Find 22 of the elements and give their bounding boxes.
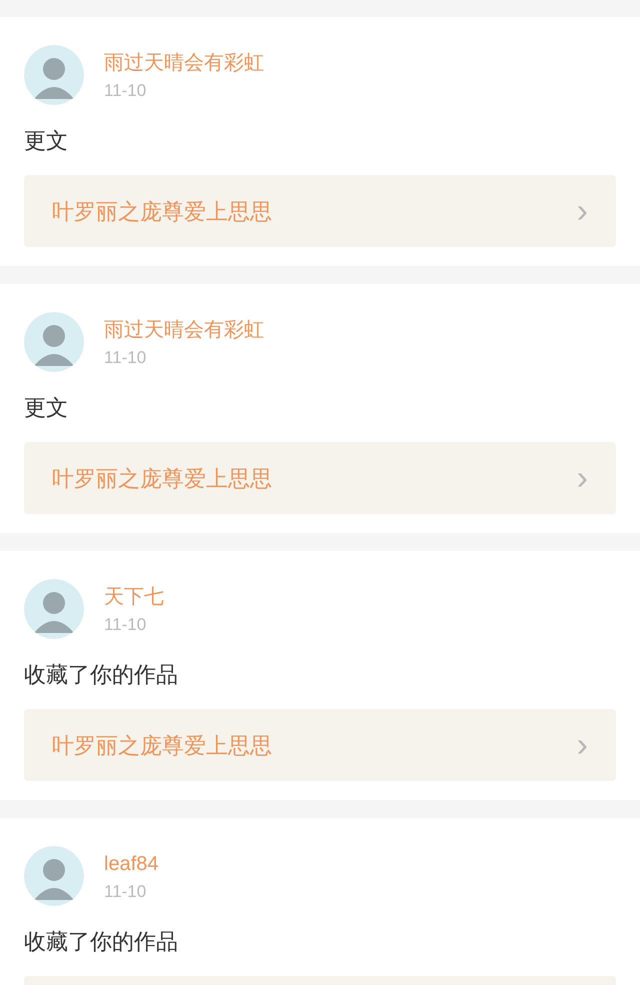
activity-text: 更文 <box>24 394 69 422</box>
avatar-icon <box>24 846 84 906</box>
story-link[interactable]: 叶罗丽之庞尊爱上思思 › <box>24 709 616 781</box>
avatar-icon <box>24 579 84 639</box>
activity-text: 更文 <box>24 127 69 155</box>
avatar-icon <box>24 45 84 105</box>
user-name[interactable]: 雨过天晴会有彩虹 <box>104 45 264 81</box>
chevron-icon: › <box>576 728 588 762</box>
story-link[interactable]: 叶罗丽之庞尊爱上思思 › <box>24 442 616 514</box>
post-date: 11-10 <box>104 882 148 902</box>
user-name[interactable]: 天下七 <box>104 579 164 615</box>
post-date: 11-10 <box>104 615 148 635</box>
story-link[interactable]: 叶罗丽之庞尊爱上思思 › <box>24 175 616 247</box>
chevron-icon: › <box>576 194 588 228</box>
chevron-icon: › <box>576 461 588 495</box>
user-name[interactable]: 雨过天晴会有彩虹 <box>104 312 264 348</box>
user-name[interactable]: leaf84 <box>104 846 158 882</box>
activity-text: 收藏了你的作品 <box>24 928 179 956</box>
avatar-icon <box>24 312 84 372</box>
post-date: 11-10 <box>104 348 148 368</box>
post-date: 11-10 <box>104 81 148 101</box>
activity-text: 收藏了你的作品 <box>24 661 179 689</box>
